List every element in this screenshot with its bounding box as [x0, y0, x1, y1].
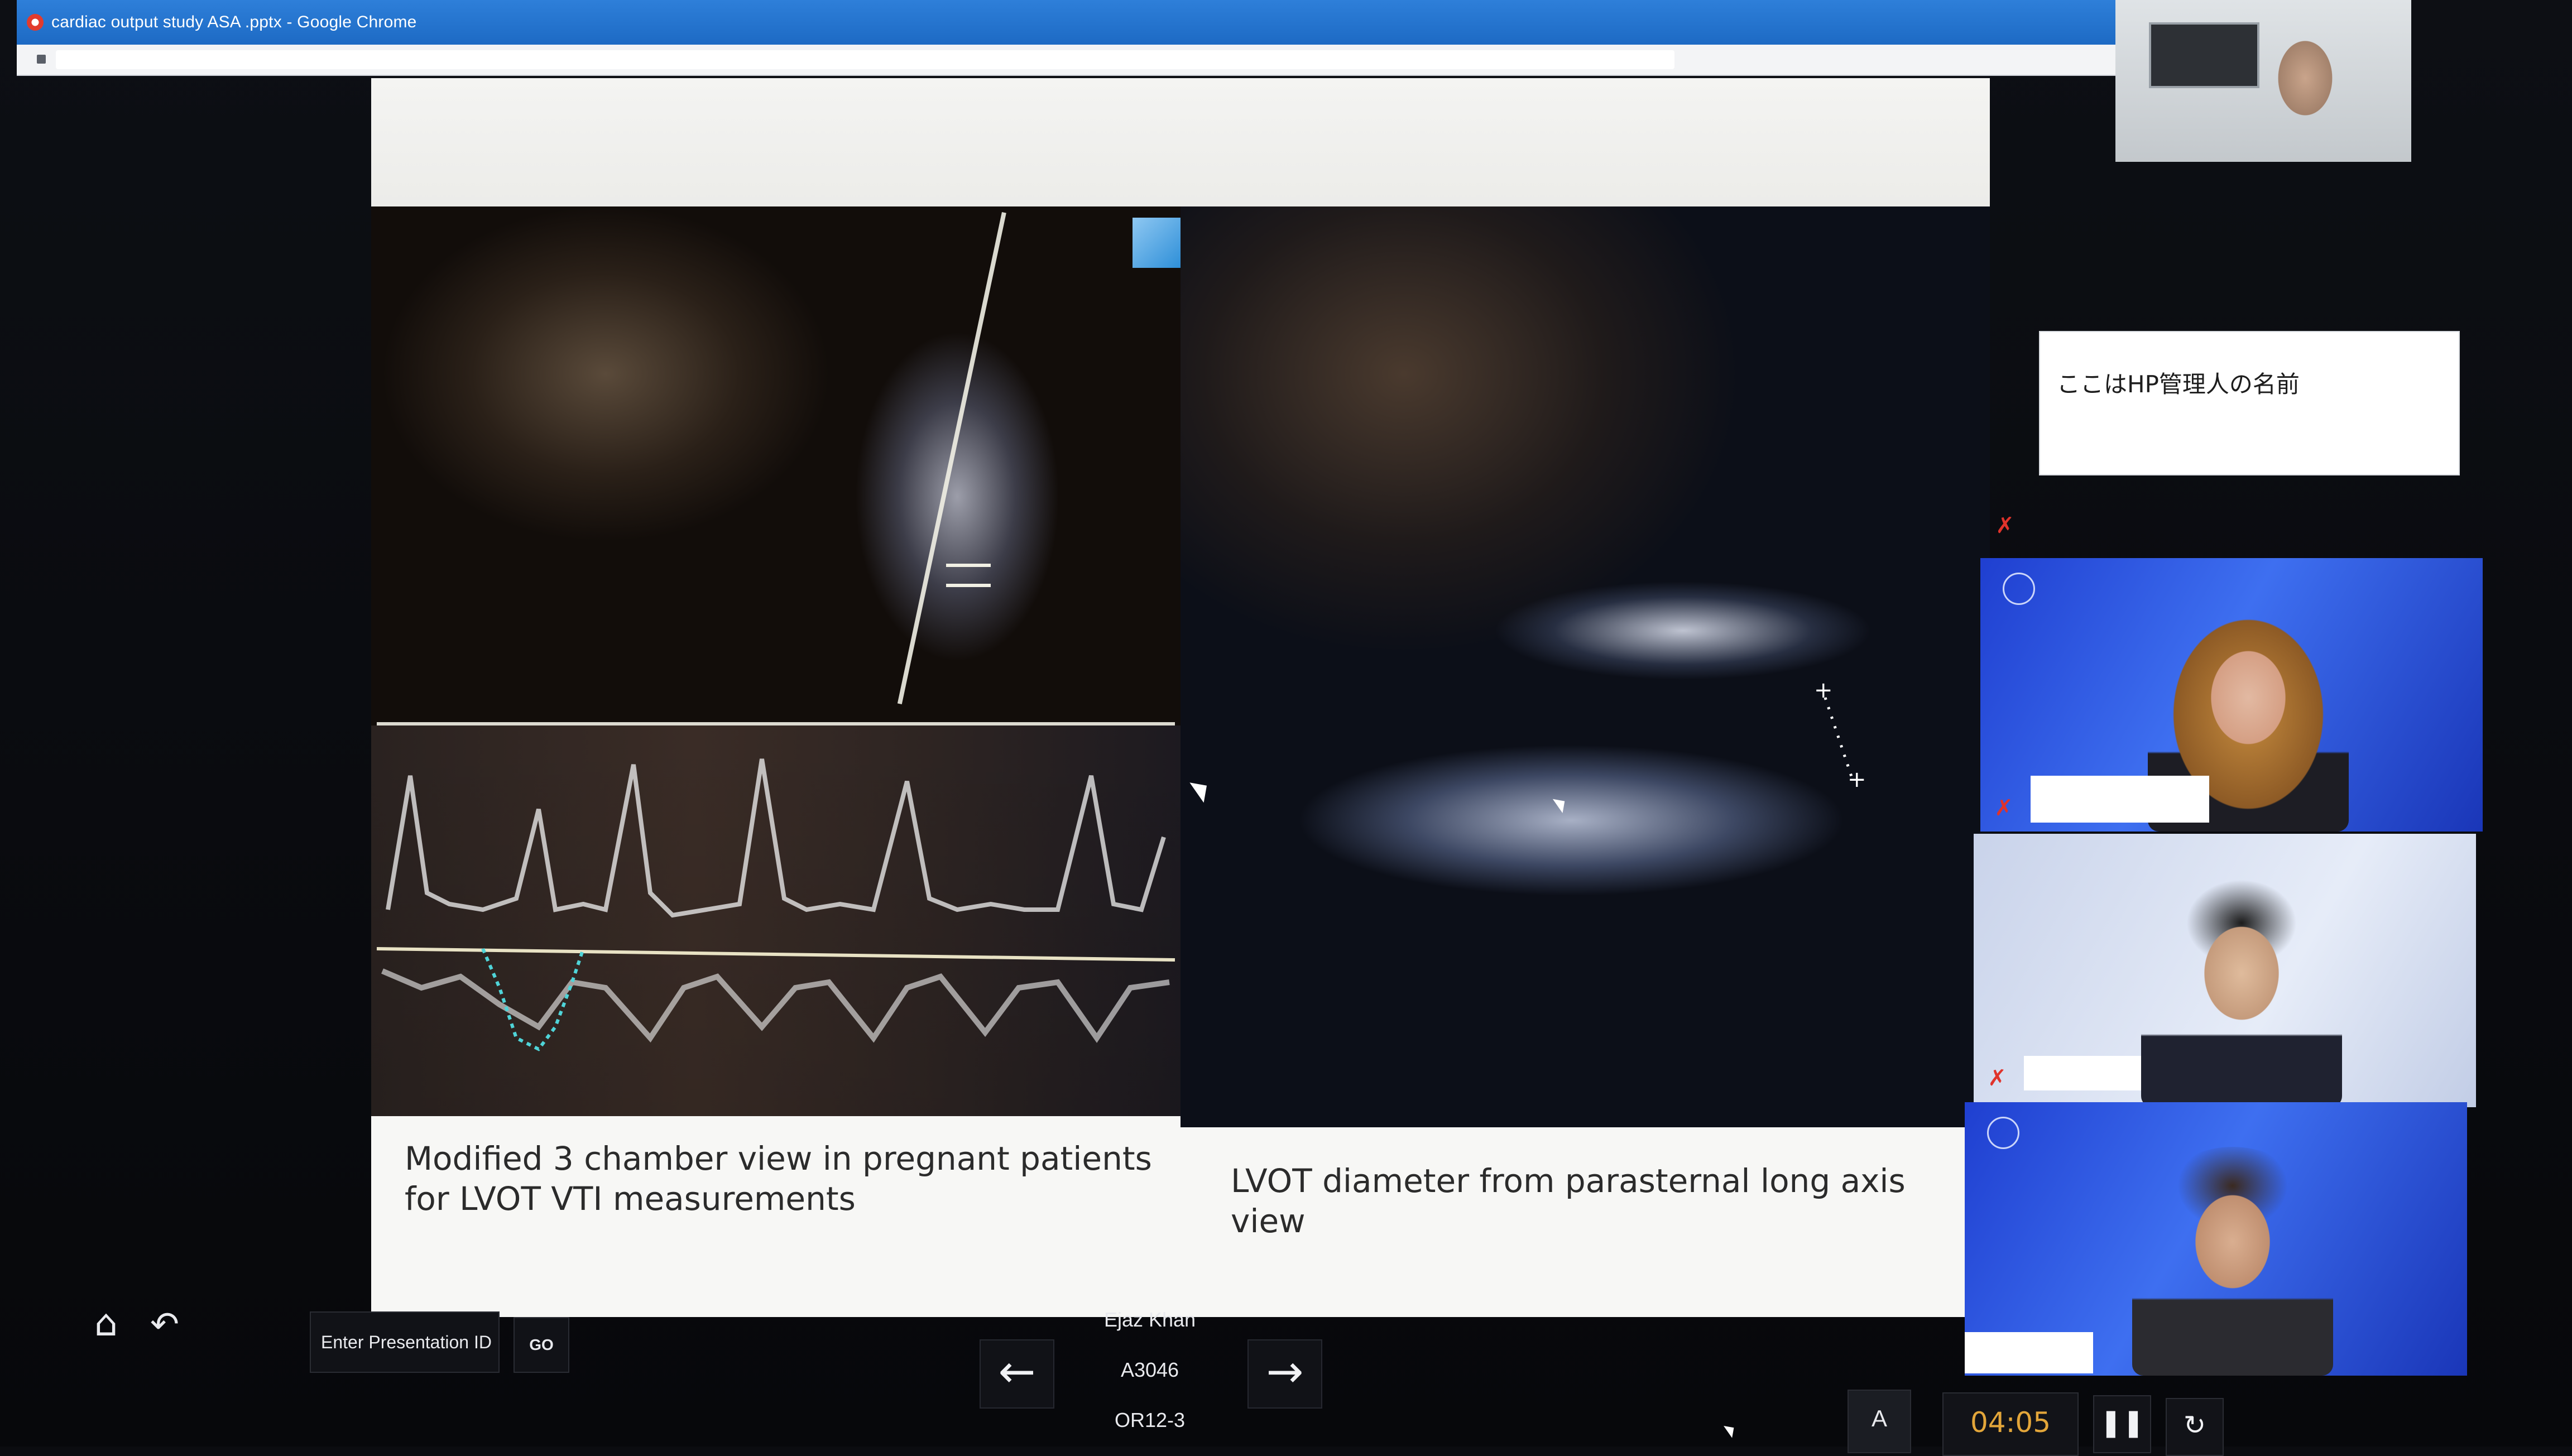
mouse-cursor-icon: [1724, 1421, 1738, 1438]
svg-text:+: +: [1814, 677, 1833, 703]
back-arrow-icon[interactable]: ↶: [142, 1301, 187, 1346]
slide-header-band: [371, 78, 1990, 206]
reset-timer-icon[interactable]: ↻: [2166, 1398, 2224, 1456]
doppler-cursor-line: [897, 212, 1006, 704]
asa-logo: [2003, 573, 2041, 605]
chrome-presentation-icon: [27, 14, 44, 31]
browser-address-bar[interactable]: [17, 45, 2115, 76]
probe-orientation-badge: [1133, 218, 1181, 268]
doppler-spectrum-image: [371, 725, 1181, 1116]
next-slide-button[interactable]: →: [1247, 1339, 1322, 1409]
pause-icon[interactable]: ❚❚: [2093, 1395, 2151, 1453]
background-monitor: [2149, 22, 2259, 88]
host-name-card: ここはHP管理人の名前: [2040, 332, 2459, 474]
presentation-id-input[interactable]: [310, 1311, 500, 1373]
caption-toggle-icon[interactable]: A: [1848, 1390, 1911, 1453]
url-field[interactable]: [56, 50, 1674, 69]
monitor-screen: cardiac output study ASA .pptx - Google …: [0, 0, 2572, 1456]
host-name-label: ここはHP管理人の名前: [2057, 371, 2300, 398]
participant-name-redacted: [2024, 1056, 2141, 1090]
room-label: OR12-3: [1114, 1409, 1186, 1431]
session-info: Ejaz Khan A3046 OR12-3: [1063, 1295, 1236, 1445]
parasternal-long-axis-image: + +: [1181, 206, 1990, 1127]
go-button[interactable]: GO: [514, 1317, 569, 1373]
previous-slide-button[interactable]: ←: [980, 1339, 1054, 1409]
lvot-caliper-marks: + +: [1814, 677, 1866, 792]
participant-video-2: [2141, 878, 2342, 1107]
mic-muted-icon: ✗: [1995, 513, 2014, 539]
presenter-video-tile[interactable]: [2115, 0, 2411, 162]
lock-icon: [37, 55, 46, 64]
participant-name-redacted: [2031, 776, 2209, 823]
presentation-code: A3046: [1120, 1358, 1179, 1381]
participant-tile-2[interactable]: ✗: [1974, 834, 2476, 1107]
asa-logo: [1987, 1117, 2025, 1149]
window-title: cardiac output study ASA .pptx - Google …: [51, 13, 417, 31]
participant-tile-1[interactable]: ✗: [1980, 558, 2483, 832]
mic-muted-icon: ✗: [1994, 795, 2013, 821]
svg-text:+: +: [1848, 767, 1866, 792]
home-icon[interactable]: ⌂: [84, 1300, 128, 1345]
sample-volume-gate: [946, 564, 991, 587]
browser-titlebar: cardiac output study ASA .pptx - Google …: [17, 0, 2115, 45]
doppler-waveform: [376, 758, 1175, 1051]
presentation-control-bar: ⌂ ↶ GO ← Ejaz Khan A3046 OR12-3 → A 04:0…: [0, 1278, 2572, 1456]
presenter-name: Ejaz Khan: [1103, 1308, 1196, 1331]
mic-muted-icon: ✗: [1988, 1065, 2007, 1091]
presentation-slide: + + Modified 3 chamber view in pregnant …: [371, 78, 1990, 1317]
echo-3-chamber-image: [371, 206, 1181, 725]
